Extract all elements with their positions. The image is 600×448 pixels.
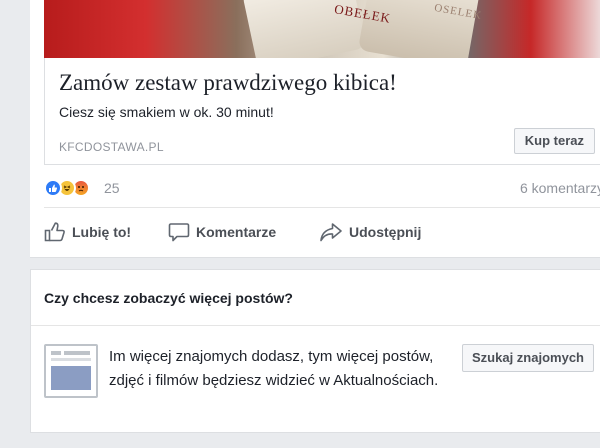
- like-button-label: Lubię to!: [72, 224, 132, 240]
- comment-button-label: Komentarze: [196, 224, 277, 240]
- buy-now-button[interactable]: Kup teraz: [513, 128, 595, 154]
- comment-bubble-icon: [168, 223, 190, 242]
- like-reaction-icon: [44, 179, 62, 197]
- divider: [31, 325, 600, 326]
- ad-subtitle: Ciesz się smakiem w ok. 30 minut!: [59, 104, 274, 120]
- ad-link-preview[interactable]: Zamów zestaw prawdziwego kibica! Ciesz s…: [44, 58, 600, 165]
- comment-button[interactable]: Komentarze: [168, 216, 276, 248]
- ad-domain: KFCDOSTAWA.PL: [59, 140, 164, 154]
- suggestion-title: Czy chcesz zobaczyć więcej postów?: [44, 290, 293, 306]
- comments-count-link[interactable]: 6 komentarzy: [520, 180, 600, 196]
- share-button-label: Udostępnij: [349, 224, 422, 240]
- ad-title[interactable]: Zamów zestaw prawdziwego kibica!: [59, 70, 397, 96]
- share-button[interactable]: Udostępnij: [319, 216, 421, 248]
- like-button[interactable]: Lubię to!: [44, 216, 131, 248]
- ad-image[interactable]: OBEŁEK OSELEK: [44, 0, 600, 58]
- thumbs-up-icon: [44, 222, 65, 242]
- suggestion-text: Im więcej znajomych dodasz, tym więcej p…: [109, 348, 439, 389]
- post-actions: Lubię to! Komentarze Udostępnij: [44, 216, 600, 248]
- find-friends-suggestion-card: Czy chcesz zobaczyć więcej postów? Im wi…: [30, 269, 600, 433]
- feed-post-card: OBEŁEK OSELEK Zamów zestaw prawdziwego k…: [30, 0, 600, 258]
- news-feed-illustration-icon: [44, 344, 98, 398]
- share-arrow-icon: [320, 223, 342, 242]
- reactions-summary: 25 6 komentarzy: [44, 176, 600, 200]
- reaction-count[interactable]: 25: [104, 180, 120, 196]
- divider: [44, 207, 600, 208]
- find-friends-button[interactable]: Szukaj znajomych: [462, 344, 594, 372]
